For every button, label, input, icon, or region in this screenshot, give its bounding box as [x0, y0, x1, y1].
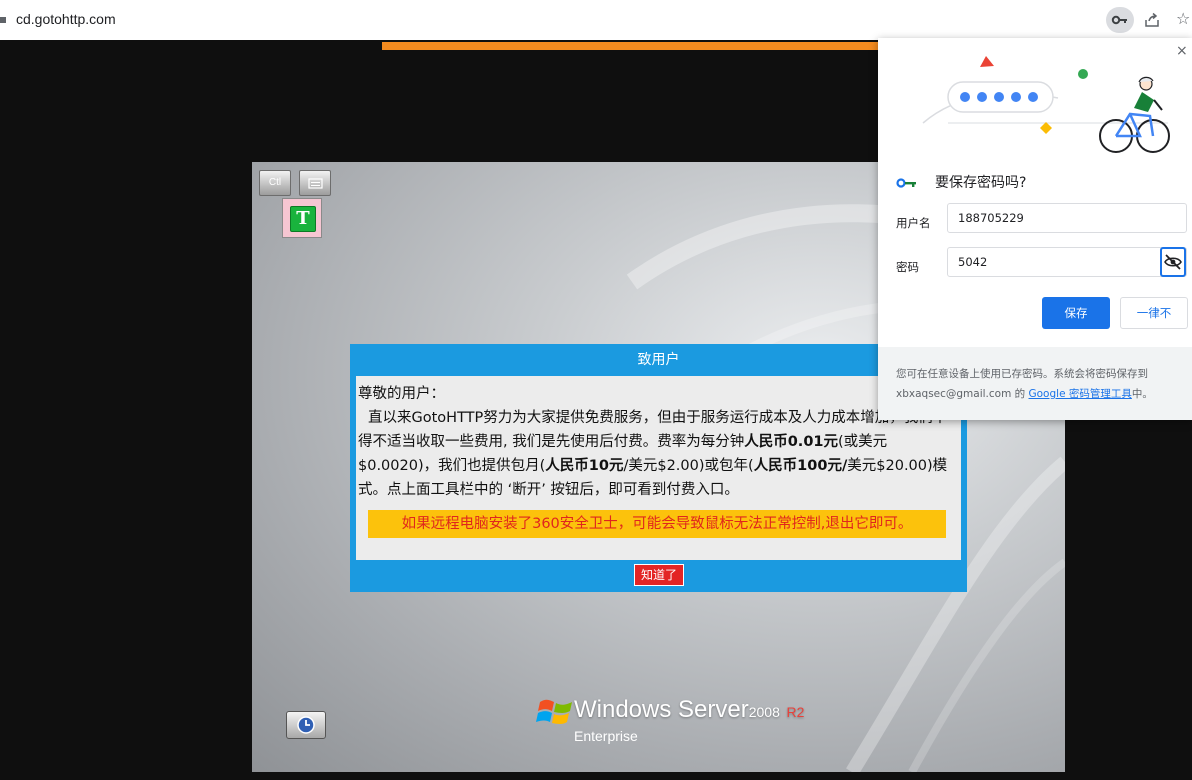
- share-icon[interactable]: [1144, 12, 1160, 28]
- monthly-bold: 人民币10元: [545, 458, 624, 474]
- text-input-toggle[interactable]: T: [282, 198, 322, 238]
- password-illustration: [922, 56, 1170, 153]
- key-icon: [896, 178, 916, 188]
- save-password-title: 要保存密码吗?: [935, 175, 1027, 191]
- toggle-password-visibility-button[interactable]: [1160, 247, 1186, 277]
- url-text[interactable]: cd.gotohttp.com: [16, 11, 116, 27]
- save-button[interactable]: 保存: [1042, 297, 1110, 329]
- save-password-popup: × 要保存密码吗? 用户名 188705229 密码 5042 保存 一律不 您…: [878, 38, 1192, 420]
- footer-text: 您可在任意设备上使用已存密码。系统会将密码保存到 xbxaqsec@gmail.…: [896, 368, 1153, 400]
- notice-dialog: 致用户 尊敬的用户： 直以来GotoHTTP努力为大家提供免费服务，但由于服务运…: [350, 344, 967, 592]
- windows-logo-icon: [536, 699, 572, 724]
- keyboard-button[interactable]: [299, 170, 331, 196]
- keyboard-icon: [308, 178, 323, 189]
- screen-refresh-button[interactable]: [286, 711, 326, 739]
- windows-version: 2008: [748, 704, 780, 720]
- dialog-title: 致用户: [637, 352, 680, 368]
- got-it-button[interactable]: 知道了: [634, 564, 684, 586]
- windows-release: R2: [786, 704, 805, 720]
- lock-icon[interactable]: [0, 13, 6, 23]
- password-manager-link[interactable]: Google 密码管理工具: [1029, 388, 1132, 400]
- ctrl-alt-del-button[interactable]: Ctl: [259, 170, 291, 196]
- address-bar[interactable]: cd.gotohttp.com ☆: [0, 0, 1192, 40]
- dialog-message: 直以来GotoHTTP努力为大家提供免费服务，但由于服务运行成本及人力成本增加，…: [358, 410, 948, 498]
- warning-banner: 如果远程电脑安装了360安全卫士，可能会导致鼠标无法正常控制,退出它即可。: [368, 510, 946, 538]
- dialog-body: 尊敬的用户： 直以来GotoHTTP努力为大家提供免费服务，但由于服务运行成本及…: [356, 376, 961, 560]
- password-key-button[interactable]: [1106, 7, 1134, 33]
- rate-bold: 人民币0.01元: [744, 434, 838, 450]
- dialog-greeting: 尊敬的用户：: [358, 386, 445, 402]
- t-icon: T: [290, 206, 316, 232]
- never-button[interactable]: 一律不: [1120, 297, 1188, 329]
- progress-bar: [382, 42, 882, 50]
- password-field[interactable]: 5042: [947, 247, 1187, 277]
- username-field[interactable]: 188705229: [947, 203, 1187, 233]
- windows-server-brand: Windows Server2008 R2: [574, 696, 805, 723]
- windows-edition: Enterprise: [574, 728, 638, 744]
- clock-icon: [297, 716, 315, 734]
- password-label: 密码: [896, 260, 919, 274]
- key-icon: [1111, 15, 1127, 25]
- username-label: 用户名: [896, 216, 931, 230]
- popup-footer: 您可在任意设备上使用已存密码。系统会将密码保存到 xbxaqsec@gmail.…: [878, 347, 1192, 420]
- bookmark-star-icon[interactable]: ☆: [1176, 10, 1190, 28]
- yearly-bold: 人民币100元/: [753, 458, 848, 474]
- eye-off-icon: [1164, 254, 1182, 270]
